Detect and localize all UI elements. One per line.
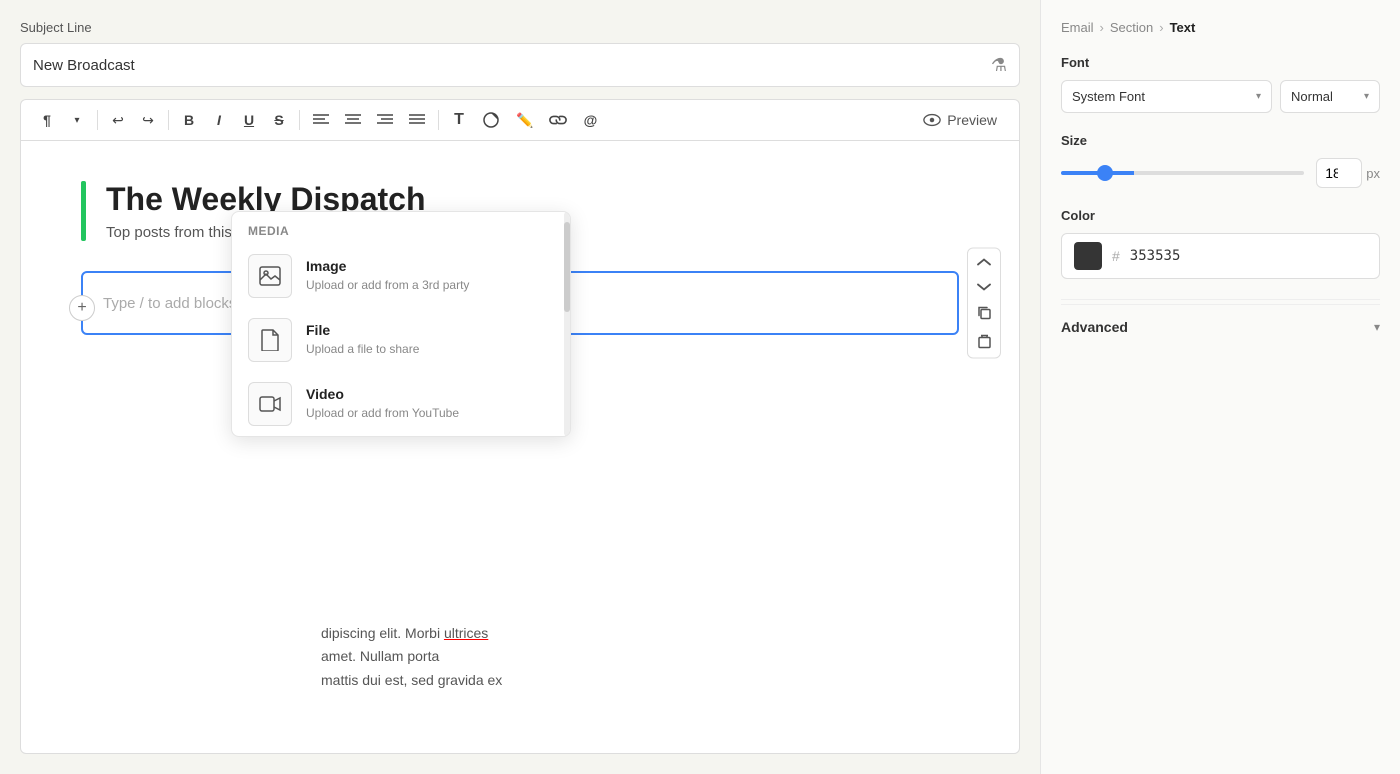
canvas: The Weekly Dispatch Top posts from this … xyxy=(20,140,1020,754)
dropdown-item-video[interactable]: Video Upload or add from YouTube xyxy=(232,372,570,436)
green-accent-bar xyxy=(81,181,86,241)
advanced-label: Advanced xyxy=(1061,319,1128,335)
breadcrumb: Email › Section › Text xyxy=(1061,20,1380,35)
subject-label: Subject Line xyxy=(20,20,1020,35)
paragraph-btn[interactable]: ¶ xyxy=(33,106,61,134)
strikethrough-btn[interactable]: S xyxy=(265,106,293,134)
duplicate-btn[interactable] xyxy=(972,301,996,325)
redo-btn[interactable]: ↪ xyxy=(134,106,162,134)
dropdown-scrollbar-track xyxy=(564,212,570,436)
para-dropdown-btn[interactable]: ▾ xyxy=(63,106,91,134)
panel-divider xyxy=(1061,299,1380,300)
undo-btn[interactable]: ↩ xyxy=(104,106,132,134)
font-style-select[interactable]: Normal ▾ xyxy=(1280,80,1380,113)
add-inline-btn[interactable]: + xyxy=(69,295,95,321)
file-icon xyxy=(248,318,292,362)
breadcrumb-email[interactable]: Email xyxy=(1061,20,1094,35)
bg-text-line1: dipiscing elit. Morbi ultrices xyxy=(321,625,488,641)
breadcrumb-sep-1: › xyxy=(1100,20,1104,35)
size-section: Size px xyxy=(1061,133,1380,188)
move-down-btn[interactable] xyxy=(972,277,996,297)
text-size-btn[interactable]: T xyxy=(445,106,473,134)
size-slider-wrap xyxy=(1061,171,1304,175)
dropdown-scrollbar-thumb xyxy=(564,222,570,312)
underline-btn[interactable]: U xyxy=(235,106,263,134)
preview-btn[interactable]: Preview xyxy=(913,107,1007,133)
font-style-value: Normal xyxy=(1291,89,1333,104)
toolbar-sep-2 xyxy=(168,110,169,130)
preview-label: Preview xyxy=(947,112,997,128)
px-label: px xyxy=(1366,166,1380,181)
bold-btn[interactable]: B xyxy=(175,106,203,134)
toolbar-sep-1 xyxy=(97,110,98,130)
fill-btn[interactable] xyxy=(475,106,507,134)
flask-icon[interactable]: ⚗ xyxy=(991,55,1007,76)
color-row[interactable]: # xyxy=(1061,233,1380,279)
background-text: dipiscing elit. Morbi ultrices amet. Nul… xyxy=(321,622,502,693)
font-style-chevron: ▾ xyxy=(1364,91,1369,102)
hash-symbol: # xyxy=(1112,248,1120,264)
font-section: Font System Font ▾ Normal ▾ xyxy=(1061,55,1380,113)
advanced-chevron: ▾ xyxy=(1374,320,1380,334)
editor-area: Subject Line ⚗ ¶ ▾ ↩ ↪ B I U S T xyxy=(0,0,1040,774)
mention-btn[interactable]: @ xyxy=(576,106,604,134)
delete-btn[interactable] xyxy=(972,329,996,354)
size-row: px xyxy=(1061,158,1380,188)
bg-text-line2: amet. Nullam porta xyxy=(321,645,502,669)
color-hex-input[interactable] xyxy=(1130,248,1309,264)
breadcrumb-section[interactable]: Section xyxy=(1110,20,1153,35)
font-row: System Font ▾ Normal ▾ xyxy=(1061,80,1380,113)
dropdown-scroll[interactable]: Media Image Upload or add from a 3rd par… xyxy=(232,212,570,436)
size-number-input[interactable] xyxy=(1316,158,1362,188)
toolbar-sep-4 xyxy=(438,110,439,130)
block-placeholder: Type / to add blocks xyxy=(103,295,236,312)
color-section: Color # xyxy=(1061,208,1380,279)
breadcrumb-sep-2: › xyxy=(1159,20,1163,35)
toolbar-sep-3 xyxy=(299,110,300,130)
subject-bar: ⚗ xyxy=(20,43,1020,87)
dropdown-item-file[interactable]: File Upload a file to share xyxy=(232,308,570,372)
color-picker-btn[interactable]: ✏️ xyxy=(509,106,540,134)
toolbar: ¶ ▾ ↩ ↪ B I U S T ✏️ @ xyxy=(20,99,1020,140)
image-icon xyxy=(248,254,292,298)
dropdown-item-file-text: File Upload a file to share xyxy=(306,322,419,358)
dropdown-section-label: Media xyxy=(232,212,570,244)
color-label: Color xyxy=(1061,208,1380,223)
move-up-btn[interactable] xyxy=(972,253,996,273)
dropdown-item-image[interactable]: Image Upload or add from a 3rd party xyxy=(232,244,570,308)
font-family-select[interactable]: System Font ▾ xyxy=(1061,80,1272,113)
font-family-value: System Font xyxy=(1072,89,1145,104)
link-btn[interactable] xyxy=(542,106,574,134)
size-slider[interactable] xyxy=(1061,171,1304,175)
size-input-wrap: px xyxy=(1316,158,1380,188)
font-family-chevron: ▾ xyxy=(1256,91,1261,102)
block-actions xyxy=(967,248,1001,359)
dropdown-item-video-text: Video Upload or add from YouTube xyxy=(306,386,459,422)
subject-input[interactable] xyxy=(33,57,991,74)
align-justify-btn[interactable] xyxy=(402,106,432,134)
advanced-row[interactable]: Advanced ▾ xyxy=(1061,304,1380,349)
align-right-btn[interactable] xyxy=(370,106,400,134)
insert-block-dropdown: Media Image Upload or add from a 3rd par… xyxy=(231,211,571,437)
size-label: Size xyxy=(1061,133,1380,148)
color-swatch[interactable] xyxy=(1074,242,1102,270)
right-panel: Email › Section › Text Font System Font … xyxy=(1040,0,1400,774)
italic-btn[interactable]: I xyxy=(205,106,233,134)
video-icon xyxy=(248,382,292,426)
bg-text-line3: mattis dui est, sed gravida ex xyxy=(321,669,502,693)
align-center-btn[interactable] xyxy=(338,106,368,134)
breadcrumb-current: Text xyxy=(1170,20,1196,35)
dropdown-item-image-text: Image Upload or add from a 3rd party xyxy=(306,258,469,294)
font-label: Font xyxy=(1061,55,1380,70)
align-left-btn[interactable] xyxy=(306,106,336,134)
